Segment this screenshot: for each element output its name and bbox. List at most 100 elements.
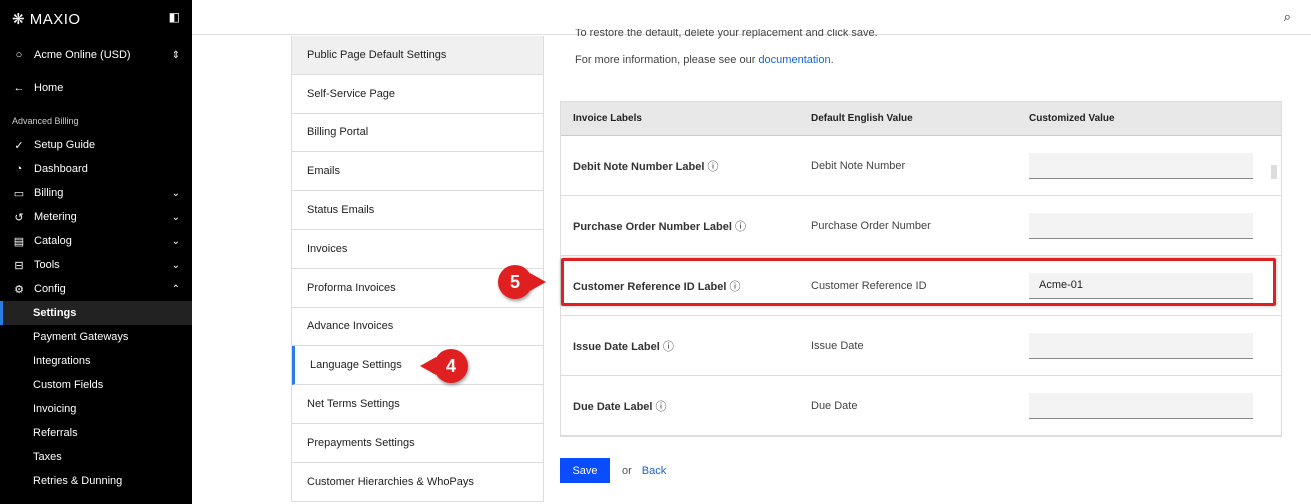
header-invoice-labels: Invoice Labels: [573, 113, 642, 124]
back-link[interactable]: Back: [642, 465, 666, 477]
restore-text-content: To restore the default, delete your repl…: [575, 29, 878, 39]
sidebar-item-setup-guide[interactable]: ✓ Setup Guide: [0, 133, 192, 157]
table-row: Purchase Order Number Label ⓘ Purchase Or…: [561, 196, 1281, 256]
chevron-down-icon: ⌄: [171, 259, 180, 271]
customized-value-input[interactable]: [1029, 152, 1253, 179]
check-circle-icon: ✓: [14, 139, 24, 152]
table-row: Due Date Label ⓘ Due Date: [561, 376, 1281, 436]
arrow-left-icon: [420, 357, 436, 375]
sidebar-item-catalog[interactable]: ▤ Catalog ⌄: [0, 229, 192, 253]
header-default-value: Default English Value: [811, 113, 913, 124]
default-value: Issue Date: [811, 339, 864, 352]
label: Tools: [34, 259, 60, 271]
arrow-left-icon: ←: [13, 82, 25, 94]
gauge-icon: ◔: [15, 163, 23, 175]
label: Catalog: [34, 235, 72, 247]
logo-icon: ❋: [12, 11, 26, 28]
sidebar-home[interactable]: ← Home: [0, 76, 192, 100]
gear-icon: ⚙: [14, 283, 24, 296]
label: Dashboard: [34, 163, 88, 175]
sidebar-item-metering[interactable]: ↺ Metering ⌄: [0, 205, 192, 229]
sidebar-sub-invoicing[interactable]: Invoicing: [0, 397, 192, 421]
row-label: Due Date Label ⓘ: [561, 398, 799, 414]
default-value: Debit Note Number: [811, 159, 906, 172]
menu-language-settings[interactable]: Language Settings: [292, 346, 543, 386]
sidebar-sub-payment-gateways[interactable]: Payment Gateways: [0, 325, 192, 349]
chevron-down-icon: ⌄: [171, 235, 180, 247]
form-actions: Save or Back: [560, 458, 666, 483]
chevron-down-icon: ⌄: [171, 187, 180, 199]
account-name: Acme Online (USD): [34, 49, 131, 61]
sidebar-sub-custom-fields[interactable]: Custom Fields: [0, 373, 192, 397]
history-icon: ↺: [14, 211, 24, 224]
brand-name: MAXIO: [29, 11, 81, 28]
step-4-label: 4: [445, 355, 456, 376]
scrollbar[interactable]: [1271, 165, 1277, 179]
label: Billing: [34, 187, 64, 199]
info-icon[interactable]: ⓘ: [707, 161, 718, 173]
card-icon: ▭: [13, 187, 25, 200]
sidebar-sub-referrals[interactable]: Referrals: [0, 421, 192, 445]
customized-value-input[interactable]: [1029, 392, 1253, 419]
table-row: Debit Note Number Label ⓘ Debit Note Numb…: [561, 136, 1281, 196]
custom-cell: [1029, 212, 1253, 239]
custom-cell: [1029, 152, 1253, 179]
menu-public-page[interactable]: Public Page Default Settings: [292, 36, 543, 75]
save-button[interactable]: Save: [560, 458, 610, 483]
search-icon[interactable]: ⌕: [1284, 9, 1291, 25]
account-switcher[interactable]: ○ Acme Online (USD) ⇕: [0, 43, 192, 67]
default-value: Due Date: [811, 399, 858, 412]
arrow-right-icon: [530, 273, 546, 291]
menu-status-emails[interactable]: Status Emails: [292, 191, 543, 230]
row-label: Debit Note Number Label ⓘ: [561, 158, 799, 174]
customized-value-input[interactable]: [1029, 332, 1253, 359]
menu-advance-invoices[interactable]: Advance Invoices: [292, 308, 543, 347]
highlight-box: [561, 258, 1276, 306]
toolbox-icon: ⊟: [14, 259, 24, 272]
label: Setup Guide: [34, 139, 96, 151]
home-label: Home: [34, 82, 64, 94]
restore-text: To restore the default, delete your repl…: [575, 29, 878, 42]
info-icon[interactable]: ⓘ: [735, 221, 746, 233]
label-text: Issue Date Label: [573, 340, 660, 353]
menu-prepayments[interactable]: Prepayments Settings: [292, 424, 543, 463]
menu-emails[interactable]: Emails: [292, 152, 543, 192]
label-text: Due Date Label: [573, 400, 653, 413]
menu-customer-hierarchies[interactable]: Customer Hierarchies & WhoPays: [292, 463, 543, 502]
table-row: Issue Date Label ⓘ Issue Date: [561, 316, 1281, 376]
sidebar-item-tools[interactable]: ⊟ Tools ⌄: [0, 253, 192, 277]
period: .: [830, 54, 834, 66]
brand-logo: ❋ MAXIO: [12, 10, 81, 28]
menu-self-service[interactable]: Self-Service Page: [292, 75, 543, 114]
info-icon[interactable]: ⓘ: [656, 401, 667, 413]
header-customized-value: Customized Value: [1029, 113, 1115, 124]
book-icon: ▤: [13, 235, 25, 248]
menu-invoices[interactable]: Invoices: [292, 230, 543, 269]
sidebar: ❋ MAXIO ◧ ○ Acme Online (USD) ⇕ ← Home Adva…: [0, 0, 192, 504]
default-value: Purchase Order Number: [811, 219, 931, 232]
sidebar-sub-settings[interactable]: Settings: [0, 301, 192, 325]
circle-icon: ○: [15, 49, 23, 61]
custom-cell: [1029, 392, 1253, 419]
sidebar-sub-retries-dunning[interactable]: Retries & Dunning: [0, 469, 192, 493]
sidebar-item-billing[interactable]: ▭ Billing ⌄: [0, 181, 192, 205]
customized-value-input[interactable]: [1029, 212, 1253, 239]
menu-billing-portal[interactable]: Billing Portal: [292, 114, 543, 153]
menu-net-terms[interactable]: Net Terms Settings: [292, 385, 543, 424]
info-icon[interactable]: ⓘ: [663, 341, 674, 353]
sidebar-item-dashboard[interactable]: ◔ Dashboard: [0, 157, 192, 181]
sidebar-sub-integrations[interactable]: Integrations: [0, 349, 192, 373]
collapse-sidebar-icon[interactable]: ◧: [169, 10, 180, 24]
info-label: For more information, please see our: [575, 54, 756, 66]
label-text: Debit Note Number Label: [573, 160, 705, 173]
step-4-badge: 4: [434, 349, 468, 383]
table-header: Invoice Labels Default English Value Custo…: [561, 102, 1281, 136]
documentation-link[interactable]: documentation: [758, 54, 830, 66]
info-text: For more information, please see our doc…: [575, 54, 834, 66]
or-text: or: [622, 464, 632, 477]
chevron-down-icon: ⌄: [171, 211, 180, 223]
sidebar-sub-taxes[interactable]: Taxes: [0, 445, 192, 469]
sidebar-item-config[interactable]: ⚙ Config ⌃: [0, 277, 192, 301]
custom-cell: [1029, 332, 1253, 359]
chevron-up-icon: ⌃: [171, 283, 180, 295]
